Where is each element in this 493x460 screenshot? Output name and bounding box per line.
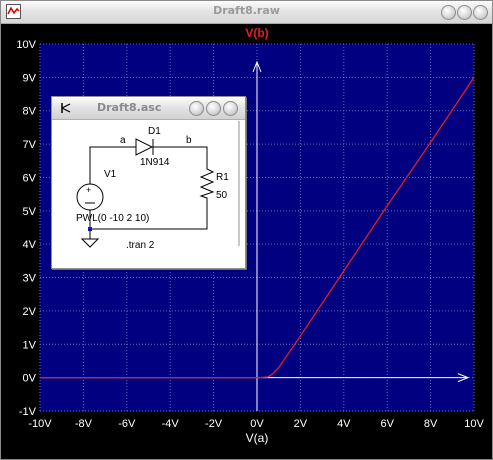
x-tick-label: -8V <box>75 418 93 430</box>
close-button[interactable] <box>473 5 488 20</box>
x-tick-label: -6V <box>118 418 136 430</box>
x-tick-label: -2V <box>205 418 223 430</box>
maximize-button[interactable] <box>457 5 472 20</box>
node-b-label: b <box>186 135 192 146</box>
y-tick-label: 5V <box>23 206 37 218</box>
resistor-ref-label: R1 <box>216 172 229 183</box>
x-tick-label: 4V <box>337 418 351 430</box>
y-tick-label: 9V <box>23 72 37 84</box>
directive-label: .tran 2 <box>126 240 155 251</box>
diode-model-label: 1N914 <box>140 157 170 168</box>
resistor-symbol[interactable] <box>199 166 215 200</box>
node-a-label: a <box>120 135 126 146</box>
voltage-source-symbol[interactable]: + <box>76 183 104 211</box>
diode-symbol[interactable] <box>135 138 162 156</box>
x-tick-label: -10V <box>28 418 52 430</box>
source-value-label: PWL(0 -10 2 10) <box>76 213 149 224</box>
diode-ref-label: D1 <box>148 126 161 137</box>
x-tick-label: 8V <box>424 418 438 430</box>
x-tick-label: 10V <box>464 418 484 430</box>
y-tick-label: 4V <box>23 239 37 251</box>
schematic-scrollbar[interactable] <box>238 121 240 246</box>
y-tick-label: 3V <box>23 273 37 285</box>
x-tick-label: 0V <box>250 418 264 430</box>
resistor-value-label: 50 <box>216 190 228 201</box>
svg-text:+: + <box>86 185 91 195</box>
chart-title: V(b) <box>245 26 268 40</box>
y-tick-label: 0V <box>23 373 37 385</box>
minimize-button[interactable] <box>441 5 456 20</box>
y-tick-label: 10V <box>16 39 36 51</box>
y-tick-label: 6V <box>23 172 37 184</box>
schematic-canvas[interactable]: + a b D1 1N914 V1 PWL(0 -10 2 10) R1 50 … <box>52 97 245 268</box>
x-tick-label: 2V <box>294 418 308 430</box>
y-tick-label: 2V <box>23 306 37 318</box>
schematic-window[interactable]: Draft8.asc + a b D1 1N914 V1 PWL(0 -10 2… <box>51 96 246 269</box>
source-ref-label: V1 <box>104 169 117 180</box>
title-bar[interactable]: Draft8.raw <box>1 1 492 24</box>
x-axis-label: V(a) <box>246 431 269 445</box>
y-tick-label: 7V <box>23 139 37 151</box>
x-tick-label: -4V <box>162 418 180 430</box>
y-tick-label: -1V <box>19 406 37 418</box>
window-title: Draft8.raw <box>213 4 280 17</box>
x-tick-label: 6V <box>380 418 394 430</box>
y-tick-label: 1V <box>23 339 37 351</box>
y-tick-label: 8V <box>23 106 37 118</box>
ground-symbol <box>80 227 100 248</box>
